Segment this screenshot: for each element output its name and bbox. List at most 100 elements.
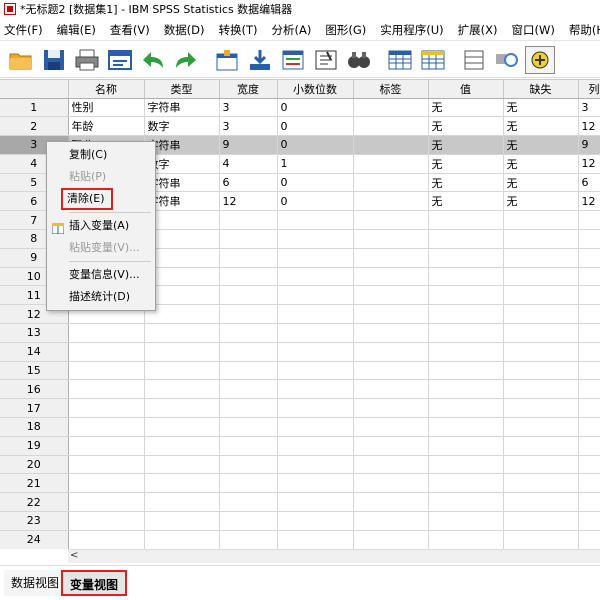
column-header[interactable]: 标签 xyxy=(353,80,429,99)
grid-cell[interactable] xyxy=(277,511,354,531)
grid-cell[interactable] xyxy=(277,492,354,513)
grid-cell[interactable]: 0 xyxy=(277,98,354,118)
grid-cell[interactable] xyxy=(68,417,145,437)
grid-cell[interactable] xyxy=(503,398,579,419)
grid-cell[interactable] xyxy=(353,361,429,381)
table-row[interactable]: 14 xyxy=(0,342,600,362)
column-header[interactable]: 列 xyxy=(578,80,600,99)
grid-cell[interactable] xyxy=(503,304,579,325)
grid-cell[interactable]: 12 xyxy=(578,116,600,137)
grid-cell[interactable] xyxy=(428,323,504,343)
grid-cell[interactable] xyxy=(277,379,354,400)
grid-cell[interactable] xyxy=(219,267,278,287)
row-number[interactable]: 21 xyxy=(0,473,69,494)
grid-cell[interactable] xyxy=(428,267,504,287)
grid-cell[interactable] xyxy=(219,379,278,400)
grid-cell[interactable] xyxy=(578,248,600,268)
grid-cell[interactable] xyxy=(277,248,354,268)
grid-cell[interactable] xyxy=(353,98,429,118)
grid-cell[interactable] xyxy=(277,417,354,437)
grid-cell[interactable]: 字符串 xyxy=(144,98,220,118)
grid-cell[interactable] xyxy=(578,511,600,531)
find-icon[interactable] xyxy=(344,46,374,74)
grid-cell[interactable] xyxy=(353,379,429,400)
grid-cell[interactable] xyxy=(219,398,278,419)
table-row[interactable]: 17 xyxy=(0,398,600,419)
grid-cell[interactable] xyxy=(428,379,504,400)
grid-cell[interactable]: 无 xyxy=(428,154,504,174)
menu-item-7[interactable]: 实用程序(U) xyxy=(373,19,450,41)
menu-item-5[interactable]: 分析(A) xyxy=(265,19,319,41)
grid-cell[interactable] xyxy=(578,492,600,513)
ctx-descriptive-stats[interactable]: 描述统计(D) xyxy=(47,286,155,308)
grid-cell[interactable] xyxy=(219,229,278,249)
grid-cell[interactable] xyxy=(578,455,600,475)
grid-cell[interactable] xyxy=(277,361,354,381)
grid-cell[interactable] xyxy=(353,229,429,249)
grid-cell[interactable] xyxy=(219,473,278,494)
grid-cell[interactable]: 无 xyxy=(428,191,504,212)
row-number[interactable]: 16 xyxy=(0,379,69,400)
menu-item-10[interactable]: 帮助(H) xyxy=(562,19,600,41)
grid-cell[interactable]: 性别 xyxy=(68,98,145,118)
grid-cell[interactable] xyxy=(353,473,429,494)
menu-item-8[interactable]: 扩展(X) xyxy=(451,19,505,41)
grid-cell[interactable] xyxy=(578,229,600,249)
grid-cell[interactable] xyxy=(503,379,579,400)
grid-cell[interactable] xyxy=(277,229,354,249)
grid-cell[interactable] xyxy=(503,436,579,456)
menu-item-4[interactable]: 转换(T) xyxy=(212,19,265,41)
column-header[interactable]: 缺失 xyxy=(503,80,579,99)
table-row[interactable]: 20 xyxy=(0,455,600,475)
dialog-recall-icon[interactable] xyxy=(105,46,135,74)
goto-case-icon[interactable] xyxy=(212,46,242,74)
ctx-copy[interactable]: 复制(C) xyxy=(47,144,155,166)
grid-cell[interactable] xyxy=(503,323,579,343)
grid-cell[interactable]: 无 xyxy=(503,135,579,155)
grid-cell[interactable] xyxy=(428,436,504,456)
grid-cell[interactable]: 年龄 xyxy=(68,116,145,137)
grid-cell[interactable] xyxy=(144,342,220,362)
variables-icon[interactable] xyxy=(278,46,308,74)
menu-item-9[interactable]: 窗口(W) xyxy=(505,19,562,41)
scroll-left-icon[interactable]: < xyxy=(70,550,78,561)
grid-cell[interactable] xyxy=(578,361,600,381)
grid-cell[interactable]: 12 xyxy=(578,191,600,212)
menu-item-1[interactable]: 编辑(E) xyxy=(50,19,103,41)
grid-cell[interactable] xyxy=(68,455,145,475)
grid-cell[interactable]: 无 xyxy=(503,154,579,174)
column-header[interactable]: 小数位数 xyxy=(277,80,354,99)
grid-cell[interactable] xyxy=(68,323,145,343)
grid-cell[interactable] xyxy=(578,342,600,362)
grid-cell[interactable] xyxy=(503,417,579,437)
grid-cell[interactable] xyxy=(68,492,145,513)
grid-cell[interactable] xyxy=(503,455,579,475)
grid-cell[interactable]: 6 xyxy=(578,173,600,193)
grid-cell[interactable] xyxy=(144,455,220,475)
run-descriptives-icon[interactable] xyxy=(311,46,341,74)
table-row[interactable]: 16 xyxy=(0,379,600,400)
grid-cell[interactable]: 无 xyxy=(503,98,579,118)
grid-cell[interactable]: 无 xyxy=(503,173,579,193)
grid-cell[interactable]: 无 xyxy=(428,116,504,137)
menu-item-0[interactable]: 文件(F) xyxy=(0,19,50,41)
grid-cell[interactable] xyxy=(578,530,600,549)
grid-cell[interactable] xyxy=(277,323,354,343)
grid-cell[interactable] xyxy=(219,436,278,456)
grid-cell[interactable] xyxy=(578,210,600,231)
grid-cell[interactable] xyxy=(503,229,579,249)
grid-cell[interactable]: 0 xyxy=(277,135,354,155)
grid-cell[interactable] xyxy=(219,361,278,381)
menu-item-2[interactable]: 查看(V) xyxy=(103,19,157,41)
grid-cell[interactable] xyxy=(428,511,504,531)
grid-cell[interactable]: 9 xyxy=(578,135,600,155)
grid-cell[interactable] xyxy=(144,398,220,419)
grid-cell[interactable] xyxy=(578,323,600,343)
table-row[interactable]: 19 xyxy=(0,436,600,456)
grid-cell[interactable] xyxy=(219,323,278,343)
column-header[interactable]: 名称 xyxy=(68,80,145,99)
grid-cell[interactable] xyxy=(353,285,429,306)
grid-cell[interactable] xyxy=(277,342,354,362)
grid-cell[interactable] xyxy=(428,455,504,475)
grid-cell[interactable] xyxy=(144,379,220,400)
